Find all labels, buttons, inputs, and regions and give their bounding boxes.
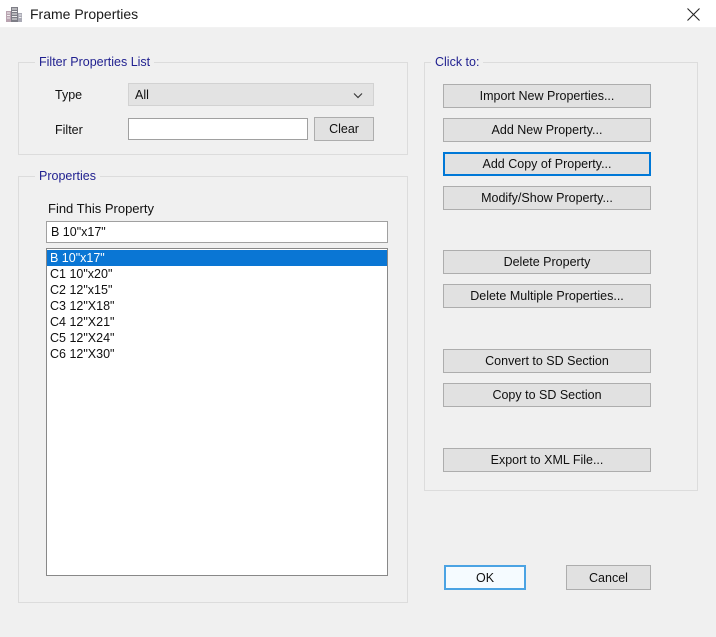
properties-group-legend: Properties [35,169,100,183]
list-item[interactable]: C6 12"X30" [47,346,387,362]
filter-label: Filter [55,122,83,138]
add-new-property-button[interactable]: Add New Property... [443,118,651,142]
filter-input[interactable] [128,118,308,140]
list-item[interactable]: C1 10"x20" [47,266,387,282]
list-item[interactable]: B 10"x17" [47,250,387,266]
delete-property-button[interactable]: Delete Property [443,250,651,274]
ok-button[interactable]: OK [444,565,526,590]
filter-properties-group: Filter Properties List [18,62,408,155]
type-combobox[interactable]: All [128,83,374,106]
export-to-xml-file-button[interactable]: Export to XML File... [443,448,651,472]
title-bar: Frame Properties [0,0,716,28]
convert-to-sd-section-button[interactable]: Convert to SD Section [443,349,651,373]
modify-show-property-button[interactable]: Modify/Show Property... [443,186,651,210]
filter-group-legend: Filter Properties List [35,55,154,69]
list-item[interactable]: C4 12"X21" [47,314,387,330]
building-icon [5,5,23,23]
add-copy-of-property-button[interactable]: Add Copy of Property... [443,152,651,176]
chevron-down-icon [352,89,364,101]
list-item[interactable]: C3 12"X18" [47,298,387,314]
import-new-properties-button[interactable]: Import New Properties... [443,84,651,108]
properties-listbox[interactable]: B 10"x17"C1 10"x20"C2 12"x15"C3 12"X18"C… [46,248,388,576]
find-this-property-label: Find This Property [48,201,154,217]
list-item[interactable]: C2 12"x15" [47,282,387,298]
type-label: Type [55,87,82,103]
cancel-button[interactable]: Cancel [566,565,651,590]
type-combobox-value: All [135,88,149,102]
copy-to-sd-section-button[interactable]: Copy to SD Section [443,383,651,407]
clear-button[interactable]: Clear [314,117,374,141]
list-item[interactable]: C5 12"X24" [47,330,387,346]
window-title: Frame Properties [30,5,138,23]
close-icon[interactable] [670,0,716,28]
find-property-input[interactable] [46,221,388,243]
delete-multiple-properties-button[interactable]: Delete Multiple Properties... [443,284,651,308]
click-to-group-legend: Click to: [431,55,483,69]
